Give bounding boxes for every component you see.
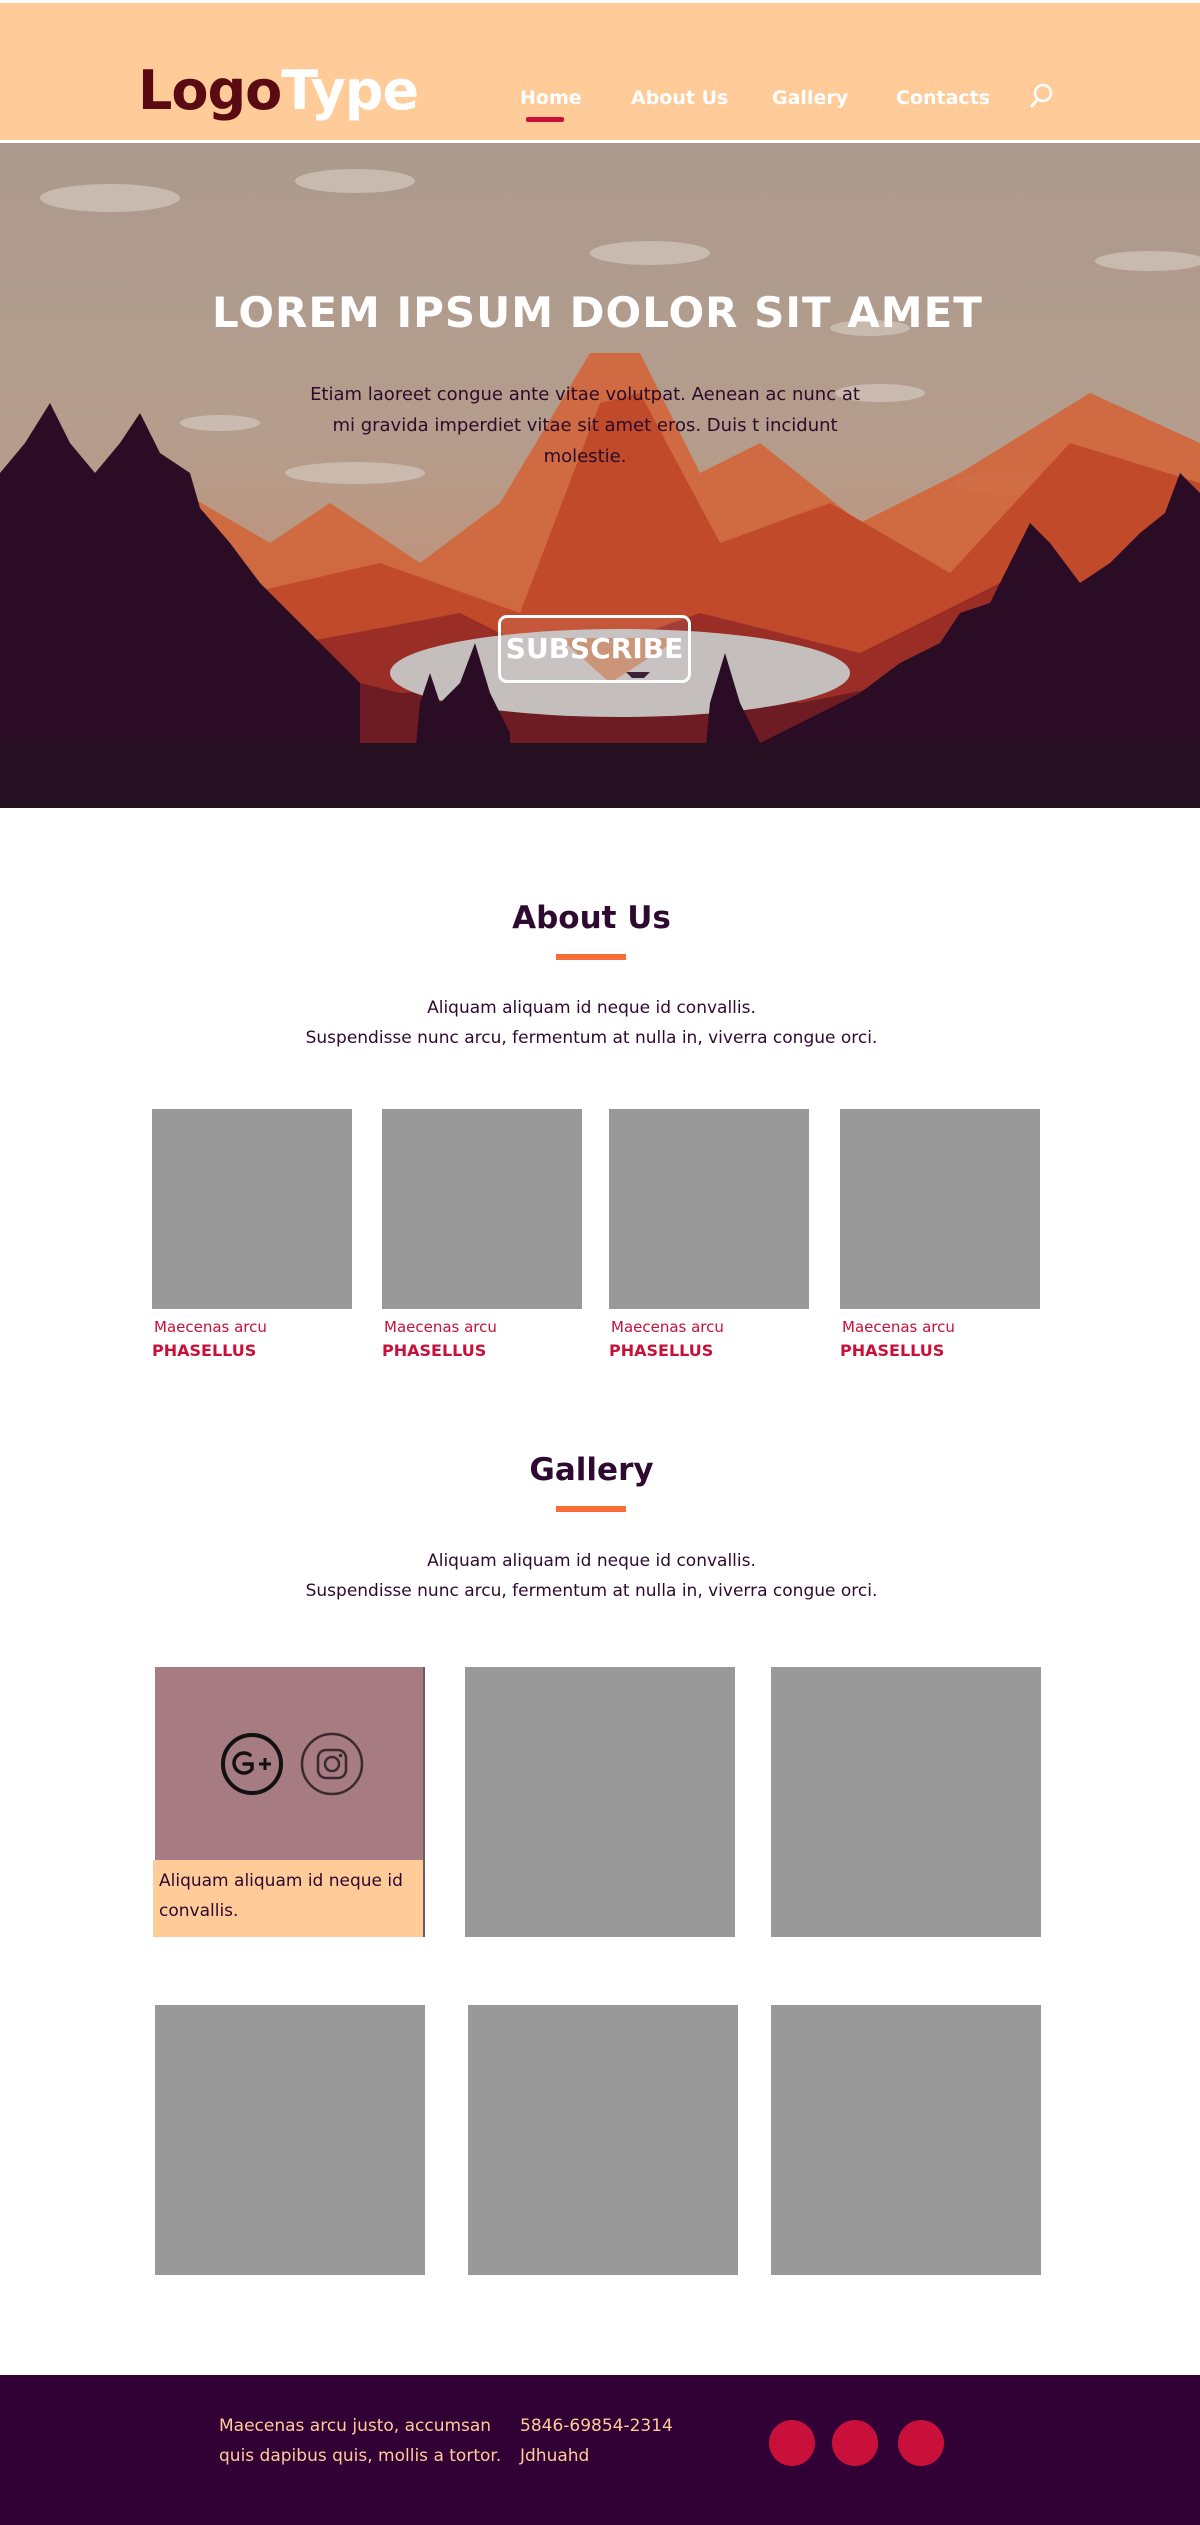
nav-gallery[interactable]: Gallery <box>772 87 848 109</box>
google-plus-icon[interactable] <box>221 1733 283 1795</box>
footer-text: Maecenas arcu justo, accumsan quis dapib… <box>219 2411 501 2471</box>
card-image-placeholder <box>840 1109 1040 1309</box>
gallery-item[interactable] <box>155 2005 425 2275</box>
nav-contacts[interactable]: Contacts <box>896 87 990 109</box>
gallery-item[interactable] <box>771 1667 1041 1937</box>
footer-contact: 5846-69854-2314 Jdhuahd <box>520 2411 673 2471</box>
card-title[interactable]: PHASELLUS <box>840 1341 1040 1360</box>
gallery-item[interactable] <box>468 2005 738 2275</box>
site-header: LogoType Home About Us Gallery Contacts <box>0 0 1200 143</box>
gallery-description-line-1: Aliquam aliquam id neque id convallis. <box>427 1551 756 1571</box>
card-image-placeholder <box>609 1109 809 1309</box>
card-image-placeholder <box>152 1109 352 1309</box>
nav-home-label: Home <box>520 87 582 109</box>
social-icon[interactable] <box>769 2420 815 2466</box>
footer-extra: Jdhuahd <box>520 2446 590 2466</box>
footer-phone[interactable]: 5846-69854-2314 <box>520 2411 673 2441</box>
mountain-landscape-image <box>0 143 1200 808</box>
card-subtitle: Maecenas arcu <box>611 1318 724 1336</box>
main-nav: Home About Us Gallery Contacts <box>0 87 1200 122</box>
about-description-line-1: Aliquam aliquam id neque id convallis. <box>427 998 756 1018</box>
site-footer: Maecenas arcu justo, accumsan quis dapib… <box>0 2375 1200 2525</box>
footer-text-line-2: quis dapibus quis, mollis a tortor. <box>219 2446 502 2466</box>
hero-description: Etiam laoreet congue ante vitae volutpat… <box>310 384 860 467</box>
about-card[interactable]: Maecenas arcu PHASELLUS <box>840 1109 1040 1360</box>
gallery-title-underline <box>556 1506 626 1512</box>
card-image-placeholder <box>382 1109 582 1309</box>
nav-about-us[interactable]: About Us <box>631 87 728 109</box>
hero-title: LOREM IPSUM DOLOR SIT AMET <box>212 288 983 337</box>
card-title[interactable]: PHASELLUS <box>382 1341 582 1360</box>
about-title: About Us <box>512 900 671 936</box>
nav-gallery-label: Gallery <box>772 87 849 109</box>
about-card[interactable]: Maecenas arcu PHASELLUS <box>152 1109 352 1360</box>
about-title-underline <box>556 954 626 960</box>
gallery-social-icons <box>221 1732 364 1796</box>
gallery-item[interactable] <box>465 1667 735 1937</box>
about-card[interactable]: Maecenas arcu PHASELLUS <box>382 1109 582 1360</box>
gallery-description-line-2: Suspendisse nunc arcu, fermentum at null… <box>305 1581 878 1601</box>
hero-banner: LOREM IPSUM DOLOR SIT AMET Etiam laoreet… <box>0 143 1200 808</box>
about-card[interactable]: Maecenas arcu PHASELLUS <box>609 1109 809 1360</box>
search-icon[interactable] <box>1030 81 1060 111</box>
social-icon[interactable] <box>832 2420 878 2466</box>
subscribe-button[interactable]: SUBSCRIBE <box>498 615 691 683</box>
card-subtitle: Maecenas arcu <box>384 1318 497 1336</box>
nav-active-indicator <box>526 117 564 122</box>
gallery-item-caption: Aliquam aliquam id neque id convallis. <box>153 1860 423 1937</box>
nav-about-us-label: About Us <box>631 87 729 109</box>
gallery-item-hovered[interactable]: Aliquam aliquam id neque id convallis. <box>153 1667 425 1937</box>
about-description-line-2: Suspendisse nunc arcu, fermentum at null… <box>305 1028 878 1048</box>
card-title[interactable]: PHASELLUS <box>152 1341 352 1360</box>
social-icon[interactable] <box>898 2420 944 2466</box>
card-title[interactable]: PHASELLUS <box>609 1341 809 1360</box>
instagram-icon[interactable] <box>300 1732 364 1796</box>
nav-contacts-label: Contacts <box>896 87 991 109</box>
card-subtitle: Maecenas arcu <box>842 1318 955 1336</box>
card-subtitle: Maecenas arcu <box>154 1318 267 1336</box>
nav-home[interactable]: Home <box>520 87 582 122</box>
gallery-title: Gallery <box>529 1452 654 1488</box>
footer-text-line-1: Maecenas arcu justo, accumsan <box>219 2416 492 2436</box>
gallery-item[interactable] <box>771 2005 1041 2275</box>
